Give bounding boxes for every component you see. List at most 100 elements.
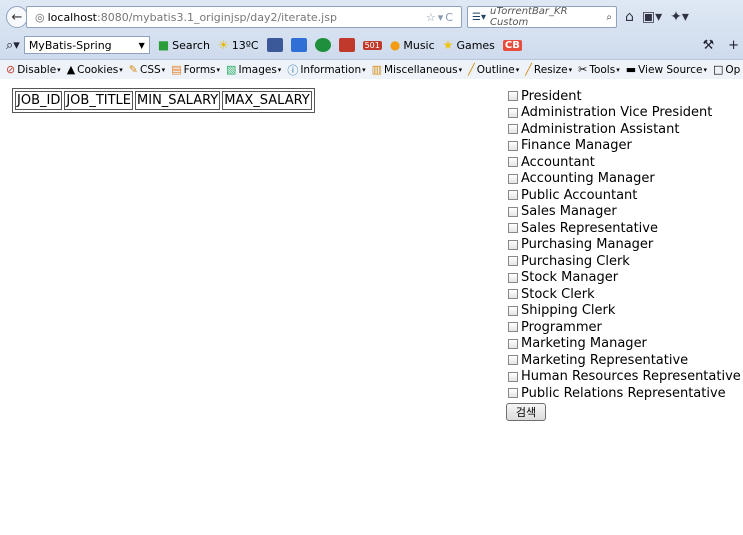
dev-outline-menu[interactable]: ╱ Outline ▾ <box>468 63 519 76</box>
search-button[interactable]: ■ Search <box>158 38 210 52</box>
forms-icon: ▤ <box>171 63 182 76</box>
job-checkbox[interactable] <box>508 338 518 349</box>
job-checkbox[interactable] <box>508 239 518 250</box>
job-option[interactable]: Finance Manager <box>508 138 741 155</box>
job-option[interactable]: Purchasing Manager <box>508 237 741 254</box>
job-checkbox[interactable] <box>508 371 518 382</box>
job-option-label: Sales Manager <box>521 204 617 220</box>
dev-tools-menu[interactable]: ✂ Tools ▾ <box>578 63 620 76</box>
job-checkbox[interactable] <box>508 223 518 234</box>
torrent-icon[interactable] <box>314 38 331 52</box>
job-checkbox[interactable] <box>508 91 518 102</box>
cookies-icon: ▲ <box>66 63 76 76</box>
job-checkbox[interactable] <box>508 322 518 333</box>
music-label: Music <box>403 38 435 52</box>
url-bar[interactable]: ◎ localhost :8080/mybatis3.1_originjsp/d… <box>26 6 462 28</box>
job-option[interactable]: Public Accountant <box>508 187 741 204</box>
job-checkbox[interactable] <box>508 157 518 168</box>
dev-images-menu[interactable]: ▧ Images ▾ <box>226 63 281 76</box>
search-label: Search <box>172 38 210 52</box>
page-content: JOB_ID JOB_TITLE MIN_SALARY MAX_SALARY P… <box>0 80 743 535</box>
job-option-label: Human Resources Representative <box>521 369 741 385</box>
job-option[interactable]: Accountant <box>508 154 741 171</box>
dev-resize-menu[interactable]: ╱ Resize ▾ <box>525 63 572 76</box>
cb-button[interactable]: CB <box>502 39 522 51</box>
search-submit-button[interactable]: 검색 <box>506 402 546 421</box>
job-checkbox[interactable] <box>508 107 518 118</box>
job-option[interactable]: Accounting Manager <box>508 171 741 188</box>
job-option[interactable]: Public Relations Representative <box>508 385 741 402</box>
play-video-icon[interactable] <box>338 38 355 52</box>
outline-icon: ╱ <box>468 63 475 76</box>
dev-information-menu[interactable]: ⓘ Information ▾ <box>287 62 365 78</box>
job-option-label: Stock Clerk <box>521 286 595 302</box>
globe-icon: ◎ <box>35 10 45 24</box>
disable-icon: ⊘ <box>6 63 16 76</box>
games-button[interactable]: ★ Games <box>443 38 495 52</box>
job-option-label: Purchasing Manager <box>521 237 654 253</box>
mail-icon[interactable] <box>290 38 307 52</box>
search-combo-value: MyBatis-Spring <box>28 38 112 52</box>
job-option[interactable]: Marketing Representative <box>508 352 741 369</box>
dev-forms-menu[interactable]: ▤ Forms ▾ <box>171 63 220 76</box>
job-option-label: Accounting Manager <box>521 171 655 187</box>
dev-miscellaneous-menu[interactable]: ▥ Miscellaneous ▾ <box>372 63 463 76</box>
toolbar-search-icon[interactable]: ⌕▾ <box>6 38 20 53</box>
job-checkbox[interactable] <box>508 173 518 184</box>
column-header-job-id: JOB_ID <box>15 91 63 110</box>
dev-css-menu[interactable]: ✎ CSS ▾ <box>129 63 165 76</box>
dev-disable-menu[interactable]: ⊘ Disable ▾ <box>6 63 61 76</box>
resize-icon: ╱ <box>525 63 532 76</box>
job-option-label: Shipping Clerk <box>521 303 616 319</box>
job-option[interactable]: Administration Vice President <box>508 105 741 122</box>
home-icon[interactable]: ⌂ <box>625 9 634 25</box>
job-checkbox[interactable] <box>508 140 518 151</box>
job-option[interactable]: Programmer <box>508 319 741 336</box>
job-option[interactable]: Human Resources Representative <box>508 369 741 386</box>
job-checkbox[interactable] <box>508 289 518 300</box>
job-option[interactable]: Stock Manager <box>508 270 741 287</box>
job-option-label: Sales Representative <box>521 220 658 236</box>
music-button[interactable]: ● Music <box>390 38 435 52</box>
job-option[interactable]: Sales Manager <box>508 204 741 221</box>
url-bar-actions-icon[interactable]: ☆▾C <box>426 11 461 24</box>
dev-view-source-menu[interactable]: ▬ View Source ▾ <box>626 63 707 76</box>
job-option[interactable]: Sales Representative <box>508 220 741 237</box>
dev-options-menu[interactable]: □ Op <box>713 63 740 76</box>
dev-cookies-menu[interactable]: ▲ Cookies ▾ <box>67 63 123 76</box>
job-option[interactable]: Shipping Clerk <box>508 303 741 320</box>
column-header-min-salary: MIN_SALARY <box>135 91 221 110</box>
job-option-label: Marketing Manager <box>521 336 647 352</box>
bookmarks-icon[interactable]: ▣▾ <box>642 9 662 25</box>
job-checkbox[interactable] <box>508 190 518 201</box>
addon-icon[interactable]: ✦▾ <box>670 9 689 25</box>
search-icon[interactable]: ⌕ <box>606 12 616 23</box>
job-option[interactable]: Marketing Manager <box>508 336 741 353</box>
info-icon: ⓘ <box>287 63 299 77</box>
add-icon[interactable]: + <box>728 38 739 53</box>
job-checkbox[interactable] <box>508 355 518 366</box>
job-checkbox[interactable] <box>508 272 518 283</box>
job-option-label: Administration Assistant <box>521 121 680 137</box>
search-combo[interactable]: MyBatis-Spring ▼ <box>23 36 150 54</box>
job-option[interactable]: Purchasing Clerk <box>508 253 741 270</box>
wrench-icon[interactable]: ⚒ <box>702 38 714 53</box>
job-option[interactable]: Stock Clerk <box>508 286 741 303</box>
facebook-icon[interactable] <box>266 38 283 52</box>
job-option[interactable]: President <box>508 88 741 105</box>
job-option-label: Programmer <box>521 319 602 335</box>
badge-501[interactable]: 501 <box>362 40 382 50</box>
miscellaneous-icon: ▥ <box>371 63 383 76</box>
job-option[interactable]: Administration Assistant <box>508 121 741 138</box>
job-checkbox[interactable] <box>508 305 518 316</box>
job-checkbox[interactable] <box>508 124 518 135</box>
job-checkbox[interactable] <box>508 206 518 217</box>
job-checkbox[interactable] <box>508 388 518 399</box>
weather-widget[interactable]: ☀ 13ºC <box>218 38 259 52</box>
job-checkbox[interactable] <box>508 256 518 267</box>
table-header-row: JOB_ID JOB_TITLE MIN_SALARY MAX_SALARY <box>15 91 312 110</box>
search-placeholder: uTorrentBar_KR Custom <box>489 6 568 28</box>
back-button[interactable]: ← <box>6 6 28 28</box>
browser-search-input[interactable]: ☰▾ uTorrentBar_KR Custom ⌕ <box>467 6 617 28</box>
custom-toolbar: ⌕▾ MyBatis-Spring ▼ ■ Search ☀ 13ºC 501 … <box>0 33 743 57</box>
